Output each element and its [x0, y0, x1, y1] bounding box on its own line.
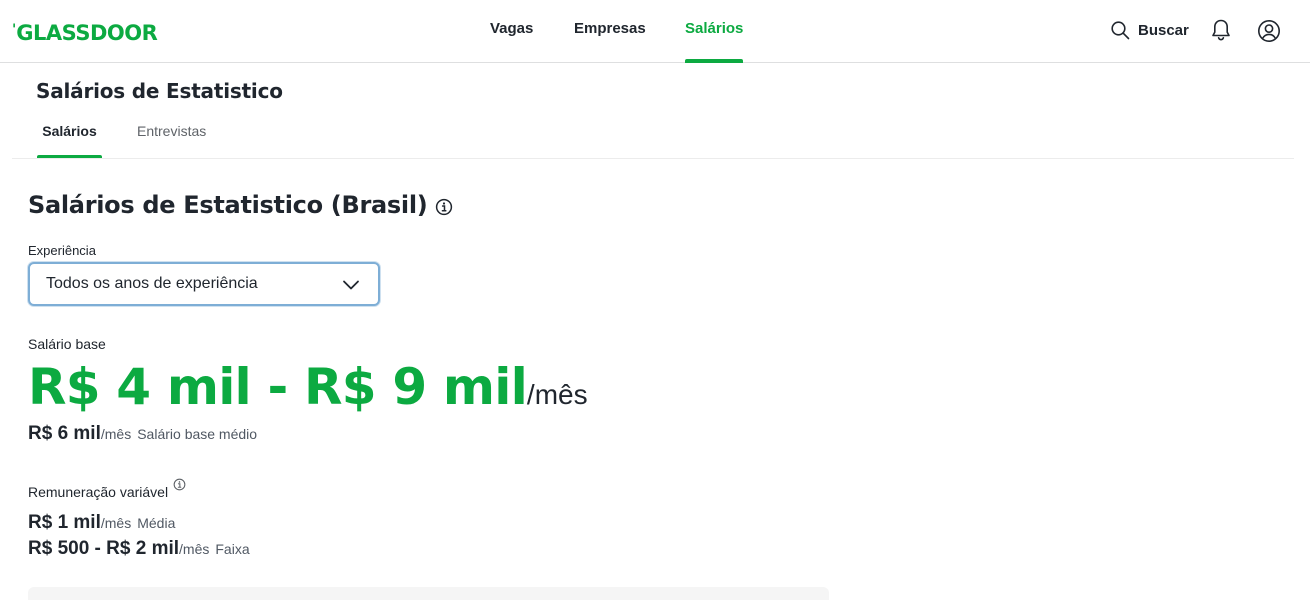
nav-salarios[interactable]: Salários — [685, 20, 744, 63]
user-icon[interactable] — [1257, 19, 1281, 43]
search-label: Buscar — [1138, 21, 1189, 39]
info-icon[interactable] — [435, 198, 453, 216]
tab-salarios-label: Salários — [42, 123, 97, 139]
experience-label: Experiência — [28, 243, 96, 258]
base-salary-average-amount: R$ 6 mil — [28, 423, 101, 444]
base-salary-average-period: /mês — [100, 426, 132, 442]
variable-pay-range-period: /mês — [179, 541, 210, 557]
nav-empresas[interactable]: Empresas — [574, 20, 646, 63]
variable-pay-average: R$ 1 mil/mês Média — [28, 512, 175, 534]
tabs-divider — [12, 158, 1294, 159]
variable-pay-label-text: Remuneração variável — [28, 484, 169, 500]
variable-pay-average-amount: R$ 1 mil — [28, 512, 101, 533]
base-salary-label: Salário base — [28, 336, 106, 352]
logo-text: GLASSDOOR — [16, 21, 158, 45]
tab-salarios[interactable]: Salários — [37, 122, 102, 159]
nav-empresas-label: Empresas — [574, 20, 646, 37]
glassdoor-logo[interactable]: 'GLASSDOOR — [12, 17, 158, 46]
nav-vagas-label: Vagas — [490, 20, 534, 37]
nav-salarios-label: Salários — [685, 20, 744, 37]
base-salary-range: R$ 4 mil - R$ 9 mil/mês — [28, 358, 588, 416]
top-navigation: 'GLASSDOOR Vagas Empresas Salários Busca… — [0, 0, 1310, 63]
chevron-down-icon — [343, 280, 359, 290]
nav-vagas[interactable]: Vagas — [490, 20, 533, 63]
page-title: Salários de Estatistico — [36, 79, 283, 103]
variable-pay-range-desc: Faixa — [215, 541, 250, 557]
variable-pay-average-desc: Média — [137, 515, 176, 531]
tab-entrevistas[interactable]: Entrevistas — [137, 122, 206, 140]
salary-section-title: Salários de Estatistico (Brasil) — [28, 191, 453, 219]
variable-pay-range: R$ 500 - R$ 2 mil/mês Faixa — [28, 538, 250, 560]
chart-card — [28, 587, 829, 600]
base-salary-period: /mês — [526, 379, 588, 410]
search-button[interactable]: Buscar — [1110, 18, 1189, 42]
nav-active-indicator — [685, 59, 744, 63]
experience-selected-value: Todos os anos de experiência — [46, 275, 258, 292]
base-salary-range-value: R$ 4 mil - R$ 9 mil — [28, 358, 528, 416]
variable-pay-range-amount: R$ 500 - R$ 2 mil — [28, 538, 180, 559]
variable-pay-label: Remuneração variável — [28, 478, 186, 500]
experience-select[interactable]: Todos os anos de experiência — [28, 262, 380, 306]
base-salary-average: R$ 6 mil/mês Salário base médio — [28, 423, 257, 445]
tab-entrevistas-label: Entrevistas — [137, 123, 207, 139]
base-salary-average-desc: Salário base médio — [137, 426, 258, 442]
bell-icon[interactable] — [1210, 18, 1232, 42]
info-icon[interactable] — [173, 478, 186, 491]
search-icon — [1111, 21, 1130, 40]
variable-pay-average-period: /mês — [100, 515, 132, 531]
salary-section-title-text: Salários de Estatistico (Brasil) — [28, 191, 428, 219]
